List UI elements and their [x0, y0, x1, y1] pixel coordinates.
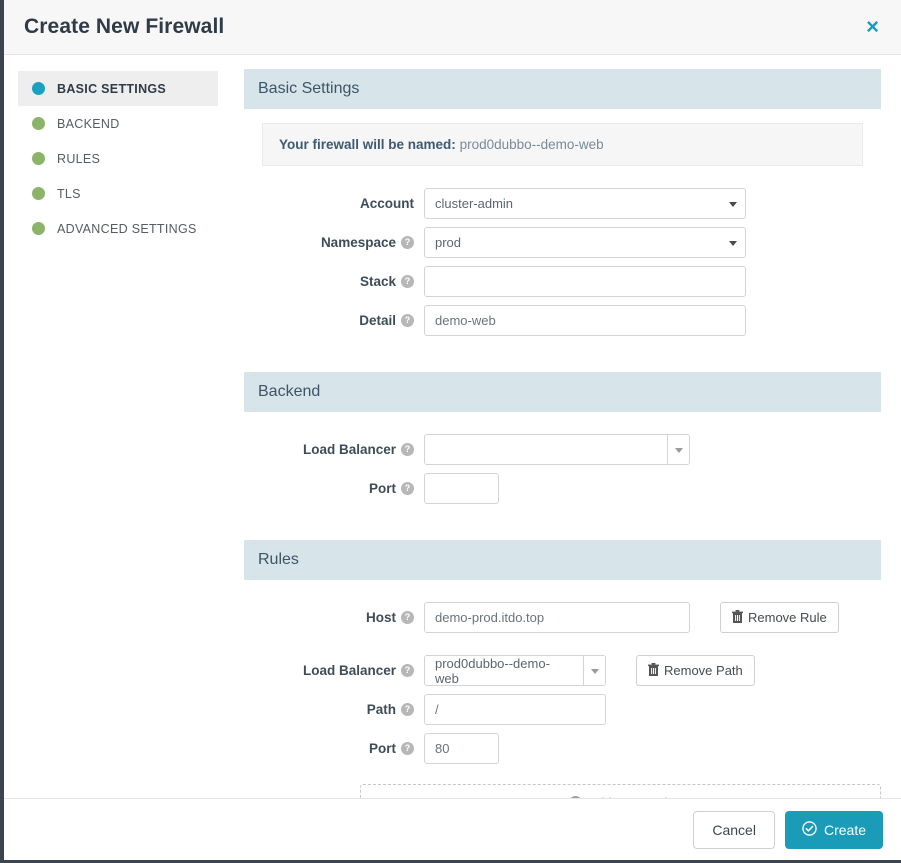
- dialog-header: Create New Firewall ×: [4, 0, 901, 55]
- sidebar-item-backend[interactable]: BACKEND: [18, 106, 218, 141]
- create-firewall-dialog: Create New Firewall × BASIC SETTINGS BAC…: [0, 0, 901, 863]
- remove-rule-label: Remove Rule: [748, 610, 827, 625]
- backend-load-balancer-value: [425, 435, 667, 464]
- sidebar-item-label: RULES: [57, 151, 101, 166]
- cancel-button[interactable]: Cancel: [693, 810, 775, 849]
- host-input[interactable]: demo-prod.itdo.top: [424, 602, 690, 633]
- rule-port-label: Port ?: [244, 741, 424, 756]
- status-dot-icon: [32, 117, 45, 130]
- dialog-footer: Cancel Create: [4, 798, 901, 860]
- help-icon[interactable]: ?: [401, 314, 414, 327]
- field-row-namespace: Namespace ? prod: [244, 227, 881, 258]
- host-label: Host ?: [244, 610, 424, 625]
- trash-icon: [648, 662, 659, 679]
- path-input[interactable]: /: [424, 694, 606, 725]
- dialog-body: BASIC SETTINGS BACKEND RULES TLS ADVANCE…: [4, 55, 901, 798]
- rule-port-field[interactable]: 80: [424, 733, 499, 764]
- remove-rule-button[interactable]: Remove Rule: [720, 602, 839, 633]
- help-icon[interactable]: ?: [401, 703, 414, 716]
- chevron-down-icon[interactable]: [667, 435, 689, 464]
- help-icon[interactable]: ?: [401, 443, 414, 456]
- dialog-title: Create New Firewall: [24, 15, 225, 38]
- account-label: Account: [360, 196, 414, 211]
- banner-label: Your firewall will be named:: [279, 137, 456, 152]
- sidebar-item-label: ADVANCED SETTINGS: [57, 221, 197, 236]
- remove-path-button[interactable]: Remove Path: [636, 655, 755, 686]
- help-icon[interactable]: ?: [401, 742, 414, 755]
- status-dot-icon: [32, 187, 45, 200]
- field-row-rule-port: Port ? 80: [244, 733, 881, 764]
- rule-port-input[interactable]: 80: [424, 733, 499, 764]
- firewall-name-banner: Your firewall will be named: prod0dubbo-…: [262, 123, 863, 166]
- stack-input[interactable]: [424, 266, 746, 297]
- backend-fields: Load Balancer ? Port ?: [244, 412, 881, 504]
- help-icon[interactable]: ?: [401, 236, 414, 249]
- namespace-select[interactable]: prod: [424, 227, 746, 258]
- sidebar-item-label: TLS: [57, 186, 81, 201]
- path-label: Path ?: [244, 702, 424, 717]
- stack-label: Stack ?: [244, 274, 424, 289]
- section-header-basic-settings: Basic Settings: [244, 69, 881, 109]
- help-icon[interactable]: ?: [401, 275, 414, 288]
- account-select-value[interactable]: cluster-admin: [424, 188, 746, 219]
- field-row-host: Host ? demo-prod.itdo.top Remove Rule: [244, 602, 881, 633]
- chevron-down-icon[interactable]: [583, 656, 605, 685]
- remove-path-label: Remove Path: [664, 663, 743, 678]
- field-row-detail: Detail ? demo-web: [244, 305, 881, 336]
- field-row-backend-port: Port ?: [244, 473, 881, 504]
- chevron-down-icon: [729, 201, 737, 207]
- banner-value: prod0dubbo--demo-web: [459, 137, 604, 152]
- sidebar-item-tls[interactable]: TLS: [18, 176, 218, 211]
- create-button[interactable]: Create: [784, 810, 883, 849]
- close-icon[interactable]: ×: [862, 16, 883, 38]
- trash-icon: [732, 609, 743, 626]
- backend-load-balancer-label: Load Balancer ?: [244, 442, 424, 457]
- field-row-stack: Stack ?: [244, 266, 881, 297]
- account-select[interactable]: cluster-admin: [424, 188, 746, 219]
- help-icon[interactable]: ?: [401, 482, 414, 495]
- field-row-account: Account cluster-admin: [244, 188, 881, 219]
- section-header-backend: Backend: [244, 372, 881, 412]
- help-icon[interactable]: ?: [401, 664, 414, 677]
- status-dot-icon: [32, 222, 45, 235]
- detail-input[interactable]: demo-web: [424, 305, 746, 336]
- namespace-select-value[interactable]: prod: [424, 227, 746, 258]
- status-dot-icon: [32, 152, 45, 165]
- host-field[interactable]: demo-prod.itdo.top: [424, 602, 690, 633]
- field-row-rule-load-balancer: Load Balancer ? prod0dubbo--demo-web Rem…: [244, 655, 881, 686]
- rule-load-balancer-value: prod0dubbo--demo-web: [435, 655, 550, 686]
- sidebar-item-label: BASIC SETTINGS: [57, 81, 167, 96]
- help-icon[interactable]: ?: [401, 611, 414, 624]
- rules-fields: Host ? demo-prod.itdo.top Remove Rule Lo…: [244, 580, 881, 798]
- backend-port-label: Port ?: [244, 481, 424, 496]
- namespace-label: Namespace ?: [244, 235, 424, 250]
- sidebar-item-advanced-settings[interactable]: ADVANCED SETTINGS: [18, 211, 218, 246]
- rule-load-balancer-select[interactable]: prod0dubbo--demo-web: [424, 655, 606, 686]
- field-row-backend-load-balancer: Load Balancer ?: [244, 434, 881, 465]
- rule-load-balancer-label: Load Balancer ?: [244, 663, 424, 678]
- step-sidebar: BASIC SETTINGS BACKEND RULES TLS ADVANCE…: [18, 69, 218, 798]
- field-row-path: Path ? /: [244, 694, 881, 725]
- add-new-path-button[interactable]: + Add New Path: [360, 784, 881, 798]
- basic-settings-fields: Account cluster-admin Namespace ? prod S…: [244, 166, 881, 336]
- backend-load-balancer-select[interactable]: [424, 434, 690, 465]
- chevron-down-icon: [729, 240, 737, 246]
- create-button-label: Create: [823, 821, 866, 838]
- path-field[interactable]: /: [424, 694, 606, 725]
- detail-label: Detail ?: [244, 313, 424, 328]
- detail-field[interactable]: demo-web: [424, 305, 746, 336]
- stack-field[interactable]: [424, 266, 746, 297]
- sidebar-item-basic-settings[interactable]: BASIC SETTINGS: [18, 71, 218, 106]
- check-circle-icon: [802, 820, 817, 839]
- status-dot-icon: [32, 82, 45, 95]
- backend-port-input[interactable]: [424, 473, 499, 504]
- sidebar-item-label: BACKEND: [57, 116, 120, 131]
- section-header-rules: Rules: [244, 540, 881, 580]
- sidebar-item-rules[interactable]: RULES: [18, 141, 218, 176]
- form-content: Basic Settings Your firewall will be nam…: [218, 69, 881, 798]
- backend-port-field[interactable]: [424, 473, 499, 504]
